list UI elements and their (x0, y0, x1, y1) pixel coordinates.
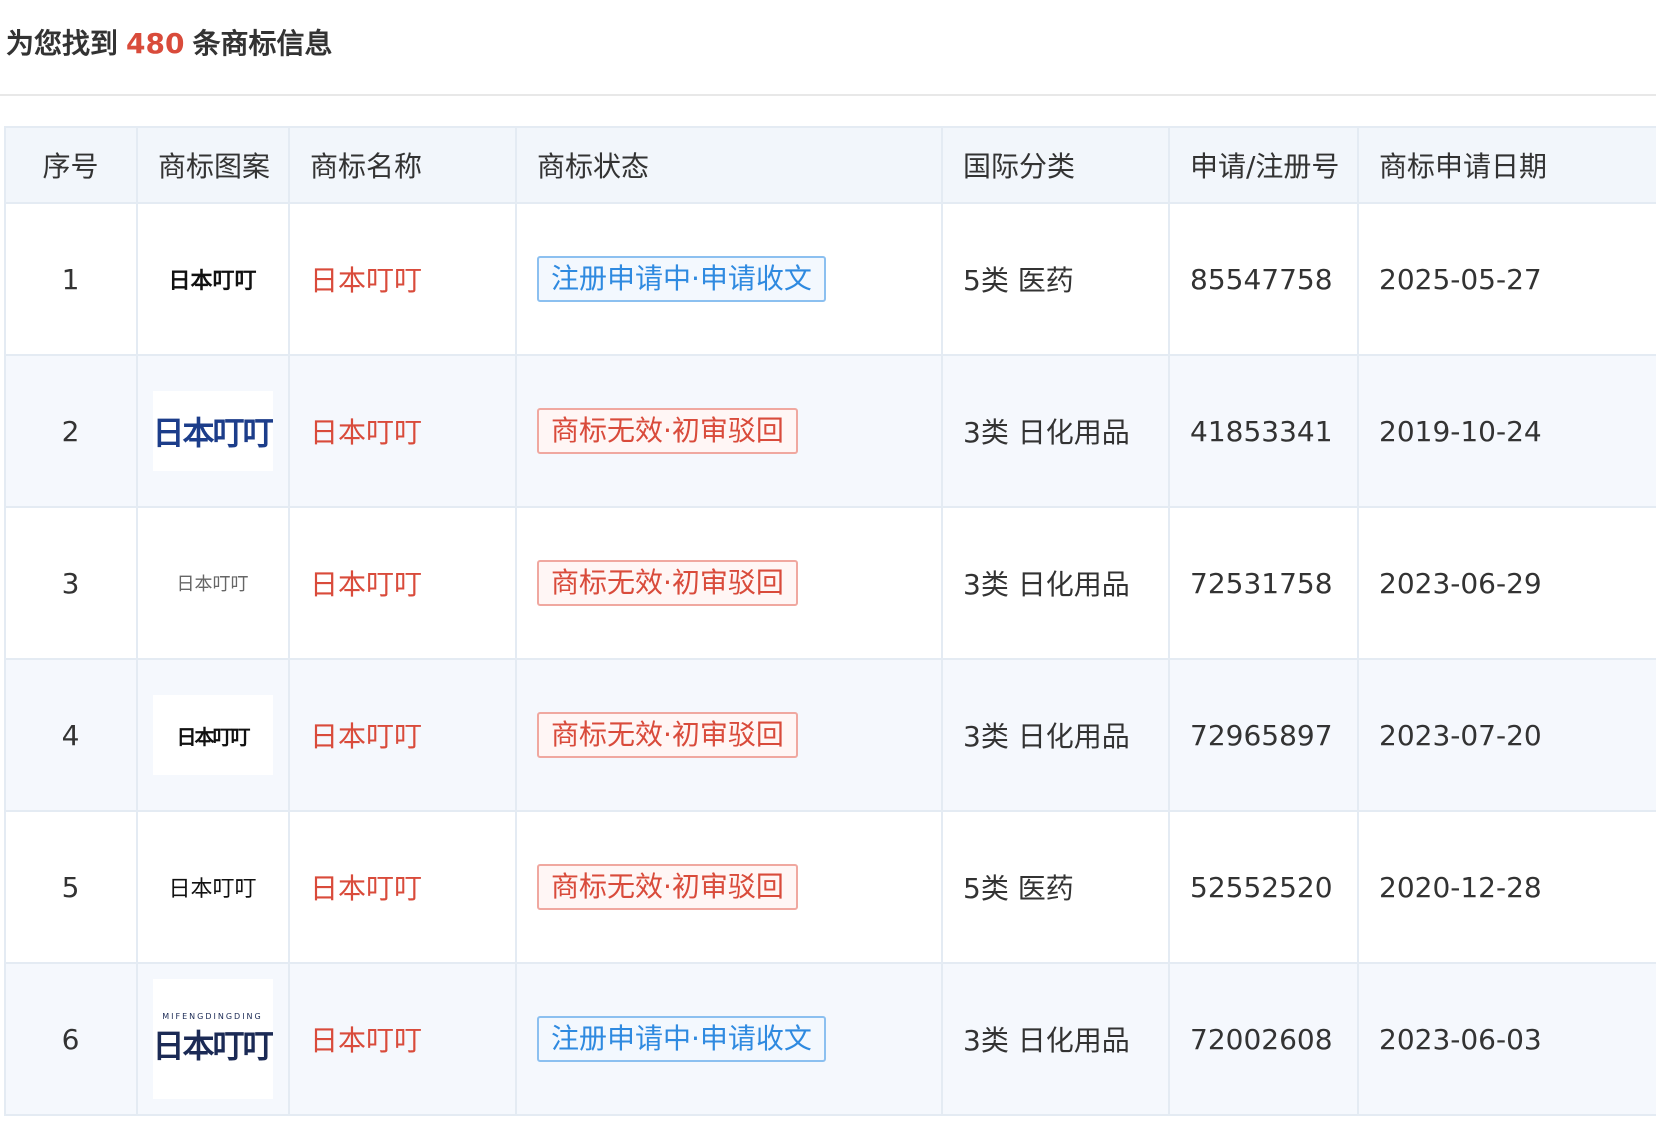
trademark-name-cell: 日本叮叮 (288, 202, 517, 356)
table-row[interactable]: 1 日本叮叮 日本叮叮 注册申请中·申请收文 5类 医药 85547758 20… (4, 202, 1656, 356)
column-header-date: 商标申请日期 (1357, 126, 1656, 204)
results-summary: 为您找到 480 条商标信息 (6, 22, 332, 62)
status-badge: 注册申请中·申请收文 (537, 256, 826, 302)
trademark-image-text: 日本叮叮 (152, 1026, 273, 1065)
trademark-image-cell: 日本叮叮 (136, 506, 290, 660)
trademark-name-cell: 日本叮叮 (288, 962, 517, 1116)
table-row[interactable]: 6 MIFENGDINGDING 日本叮叮 日本叮叮 注册申请中·申请收文 3类… (4, 962, 1656, 1116)
table-row[interactable]: 2 日本叮叮 日本叮叮 商标无效·初审驳回 3类 日化用品 41853341 2… (4, 354, 1656, 508)
trademark-image-text: 日本叮叮 (176, 724, 251, 749)
reg-no-cell: 85547758 (1168, 202, 1359, 356)
apply-date-cell: 2019-10-24 (1357, 354, 1656, 508)
trademark-image-cell: 日本叮叮 (136, 810, 290, 964)
apply-date-cell: 2020-12-28 (1357, 810, 1656, 964)
table-row[interactable]: 4 日本叮叮 日本叮叮 商标无效·初审驳回 3类 日化用品 72965897 2… (4, 658, 1656, 812)
trademark-image-cell: 日本叮叮 (136, 658, 290, 812)
reg-no-cell: 72531758 (1168, 506, 1359, 660)
intl-class-cell: 3类 日化用品 (941, 354, 1170, 508)
status-badge: 商标无效·初审驳回 (537, 560, 798, 606)
apply-date-cell: 2025-05-27 (1357, 202, 1656, 356)
table-header-row: 序号 商标图案 商标名称 商标状态 国际分类 申请/注册号 商标申请日期 (4, 126, 1656, 204)
trademark-image[interactable]: MIFENGDINGDING 日本叮叮 (152, 979, 273, 1099)
trademark-status-cell: 商标无效·初审驳回 (515, 810, 943, 964)
table-row[interactable]: 3 日本叮叮 日本叮叮 商标无效·初审驳回 3类 日化用品 72531758 2… (4, 506, 1656, 660)
status-badge: 商标无效·初审驳回 (537, 712, 798, 758)
trademark-name-cell: 日本叮叮 (288, 354, 517, 508)
trademark-image-text: 日本叮叮 (168, 269, 257, 294)
column-header-status: 商标状态 (515, 126, 943, 204)
intl-class-cell: 5类 医药 (941, 202, 1170, 356)
trademark-image-cell: MIFENGDINGDING 日本叮叮 (136, 962, 290, 1116)
trademark-image-subtext: MIFENGDINGDING (162, 1011, 263, 1021)
row-index: 1 (4, 202, 138, 356)
row-index: 4 (4, 658, 138, 812)
trademark-results-table: 序号 商标图案 商标名称 商标状态 国际分类 申请/注册号 商标申请日期 1 日… (4, 126, 1656, 1116)
trademark-name-link[interactable]: 日本叮叮 (310, 568, 422, 601)
trademark-name-cell: 日本叮叮 (288, 810, 517, 964)
summary-suffix: 条商标信息 (192, 27, 333, 60)
trademark-status-cell: 注册申请中·申请收文 (515, 962, 943, 1116)
trademark-status-cell: 注册申请中·申请收文 (515, 202, 943, 356)
trademark-name-link[interactable]: 日本叮叮 (310, 416, 422, 449)
trademark-image-cell: 日本叮叮 (136, 354, 290, 508)
trademark-image[interactable]: 日本叮叮 (152, 847, 273, 927)
column-header-index: 序号 (4, 126, 138, 204)
trademark-image[interactable]: 日本叮叮 (152, 391, 273, 471)
trademark-image-text: 日本叮叮 (152, 414, 273, 452)
trademark-status-cell: 商标无效·初审驳回 (515, 658, 943, 812)
result-count: 480 (126, 27, 185, 60)
intl-class-cell: 3类 日化用品 (941, 658, 1170, 812)
trademark-image[interactable]: 日本叮叮 (152, 695, 273, 775)
trademark-name-link[interactable]: 日本叮叮 (310, 1024, 422, 1057)
trademark-status-cell: 商标无效·初审驳回 (515, 354, 943, 508)
trademark-name-cell: 日本叮叮 (288, 506, 517, 660)
table-row[interactable]: 5 日本叮叮 日本叮叮 商标无效·初审驳回 5类 医药 52552520 202… (4, 810, 1656, 964)
reg-no-cell: 52552520 (1168, 810, 1359, 964)
trademark-name-cell: 日本叮叮 (288, 658, 517, 812)
trademark-image-cell: 日本叮叮 (136, 202, 290, 356)
intl-class-cell: 5类 医药 (941, 810, 1170, 964)
row-index: 6 (4, 962, 138, 1116)
reg-no-cell: 72965897 (1168, 658, 1359, 812)
trademark-image-text: 日本叮叮 (168, 877, 257, 902)
intl-class-cell: 3类 日化用品 (941, 962, 1170, 1116)
status-badge: 注册申请中·申请收文 (537, 1016, 826, 1062)
results-header: 为您找到 480 条商标信息 (0, 0, 1656, 96)
intl-class-cell: 3类 日化用品 (941, 506, 1170, 660)
column-header-image: 商标图案 (136, 126, 290, 204)
trademark-image[interactable]: 日本叮叮 (152, 239, 273, 319)
apply-date-cell: 2023-07-20 (1357, 658, 1656, 812)
column-header-class: 国际分类 (941, 126, 1170, 204)
row-index: 3 (4, 506, 138, 660)
trademark-image[interactable]: 日本叮叮 (152, 543, 273, 623)
reg-no-cell: 72002608 (1168, 962, 1359, 1116)
status-badge: 商标无效·初审驳回 (537, 408, 798, 454)
row-index: 5 (4, 810, 138, 964)
apply-date-cell: 2023-06-29 (1357, 506, 1656, 660)
trademark-status-cell: 商标无效·初审驳回 (515, 506, 943, 660)
trademark-name-link[interactable]: 日本叮叮 (310, 264, 422, 297)
column-header-name: 商标名称 (288, 126, 517, 204)
trademark-name-link[interactable]: 日本叮叮 (310, 720, 422, 753)
apply-date-cell: 2023-06-03 (1357, 962, 1656, 1116)
trademark-image-text: 日本叮叮 (176, 574, 249, 595)
status-badge: 商标无效·初审驳回 (537, 864, 798, 910)
trademark-name-link[interactable]: 日本叮叮 (310, 872, 422, 905)
row-index: 2 (4, 354, 138, 508)
summary-prefix: 为您找到 (6, 27, 119, 60)
column-header-reg-no: 申请/注册号 (1168, 126, 1359, 204)
reg-no-cell: 41853341 (1168, 354, 1359, 508)
